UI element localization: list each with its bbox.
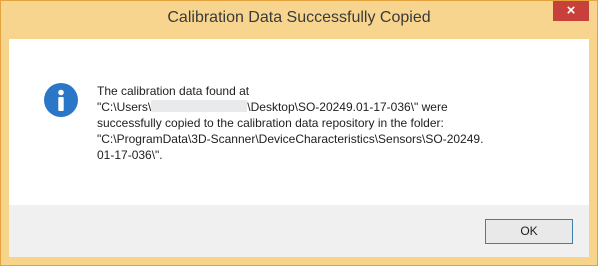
dialog-window: Calibration Data Successfully Copied × T… — [0, 0, 598, 266]
message-area: The calibration data found at "C:\Users\… — [9, 39, 589, 205]
destination-path-end: 01-17-036\". — [97, 148, 163, 162]
message-line: "C:\Users\ \Desktop\SO-20249.01-17-036\" … — [97, 99, 577, 115]
info-icon — [44, 83, 78, 117]
message-text: The calibration data found at "C:\Users\… — [97, 83, 577, 163]
title-bar[interactable]: Calibration Data Successfully Copied × — [1, 1, 597, 39]
source-path-end: \Desktop\SO-20249.01-17-036\" were — [247, 100, 448, 114]
message-line: successfully copied to the calibration d… — [97, 116, 444, 130]
ok-button[interactable]: OK — [485, 219, 573, 244]
redacted-username — [151, 100, 248, 112]
close-button[interactable]: × — [553, 1, 589, 21]
message-line: The calibration data found at — [97, 84, 250, 98]
dialog-title: Calibration Data Successfully Copied — [167, 9, 431, 26]
source-path-start: "C:\Users\ — [97, 100, 152, 114]
button-bar: OK — [9, 205, 589, 257]
destination-path: "C:\ProgramData\3D-Scanner\DeviceCharact… — [97, 132, 484, 146]
